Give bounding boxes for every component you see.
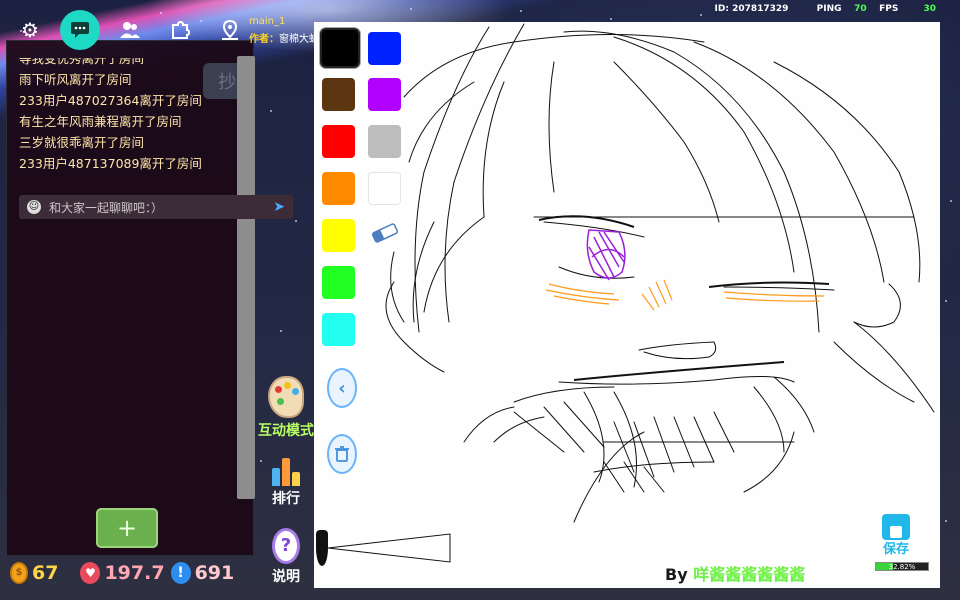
color-swatch-gray[interactable] [368,125,401,158]
send-icon[interactable]: ➤ [273,199,285,215]
author-label: 作者： [249,34,279,45]
coin-count: 67 [32,562,59,584]
save-progress-text: 32.82% [888,563,916,571]
star [270,110,272,112]
chat-line: 233用户487137089离开了房间 [19,156,202,171]
brush-size-slider[interactable] [314,528,454,568]
save-label: 保存 [882,542,909,557]
color-swatch-red[interactable] [322,125,355,158]
rank-label: 排行 [272,491,300,507]
ping-value: 70 [854,4,867,14]
save-icon [882,514,910,540]
puzzle-icon[interactable] [162,12,198,48]
color-swatch-blue[interactable] [368,32,401,65]
palette-icon [268,376,304,418]
star [945,520,947,522]
people-icon[interactable] [112,12,148,48]
chat-scrollbar[interactable] [237,56,255,499]
star [410,8,412,10]
chat-line: 有生之年风雨兼程离开了房间 [19,114,182,129]
chat-line: 等我变优秀离开了房间 [19,58,145,66]
color-swatch-orange[interactable] [322,172,355,205]
color-swatch-cyan[interactable] [322,313,355,346]
ping-label: PING [816,4,842,14]
interact-mode-label: 互动模式 [258,423,314,439]
credit-prefix: By [665,565,694,584]
rank-button[interactable]: 排行 [256,456,316,508]
add-button[interactable]: + [96,508,158,548]
help-button[interactable]: ? 说明 [256,528,316,586]
coin-icon: $ [10,562,28,584]
alert-icon[interactable]: ! [170,562,191,584]
room-author: 作者：窗棉大蚺 [249,30,319,45]
fps-value: 30 [923,4,936,14]
alert-count: 691 [194,562,235,584]
help-label: 说明 [272,569,300,585]
color-swatch-green[interactable] [322,266,355,299]
drawing-canvas[interactable]: ‹ By 咩酱酱酱酱酱酱 保存 32.82% [314,22,940,588]
chat-log: 等我变优秀离开了房间 雨下听风离开了房间 233用户487027364离开了房间… [19,58,219,188]
color-swatch-black[interactable] [320,28,360,68]
credit-name: 咩酱酱酱酱酱酱 [693,565,806,584]
room-name: main_1 [249,16,286,27]
star [610,18,612,20]
color-swatch-white[interactable] [368,172,401,205]
question-icon: ? [272,528,300,564]
author-name: 窗棉大蚺 [279,34,319,45]
color-swatch-yellow[interactable] [322,219,355,252]
chat-panel: 抄 等我变优秀离开了房间 雨下听风离开了房间 233用户487027364离开了… [6,40,293,556]
interact-mode-button[interactable]: 互动模式 [256,376,316,440]
sketch-drawing [385,23,935,523]
fps-label: FPS [879,4,899,14]
star [280,330,282,332]
brush-size-handle[interactable] [316,530,328,566]
emoji-icon[interactable]: ☺ [27,200,41,214]
credit-text: By 咩酱酱酱酱酱酱 [665,561,805,585]
trash-icon[interactable] [327,434,357,474]
map-pin-icon[interactable] [212,12,248,48]
chat-input-placeholder: 和大家一起聊聊吧：） [49,200,164,215]
save-button[interactable]: 保存 [875,514,917,557]
eraser-icon[interactable] [370,222,400,246]
rank-icon [272,456,300,486]
chat-line: 三岁就很乖离开了房间 [19,135,145,150]
star [950,200,952,202]
chat-icon[interactable] [60,10,100,50]
color-swatch-brown[interactable] [322,78,355,111]
like-icon[interactable]: ♥ [80,562,101,584]
star [945,300,947,302]
back-icon[interactable]: ‹ [327,368,357,408]
chat-line: 雨下听风离开了房间 [19,72,132,87]
status-bar: ID: 207817329 PING 70 FPS 30 [715,4,936,14]
star [295,220,297,222]
room-id: ID: 207817329 [714,4,789,14]
like-count: 197.7 [104,562,165,584]
star [520,10,522,12]
chat-line: 233用户487027364离开了房间 [19,93,202,108]
chat-input[interactable]: ☺ 和大家一起聊聊吧：） ➤ [19,195,293,219]
color-swatch-purple[interactable] [368,78,401,111]
gear-icon[interactable]: ⚙ [12,12,48,48]
save-progress-bar: 32.82% [875,562,929,571]
star [700,14,702,16]
stats-bar: $ 67 ♥ 197.7 ! 691 [10,558,234,588]
star [200,20,202,22]
